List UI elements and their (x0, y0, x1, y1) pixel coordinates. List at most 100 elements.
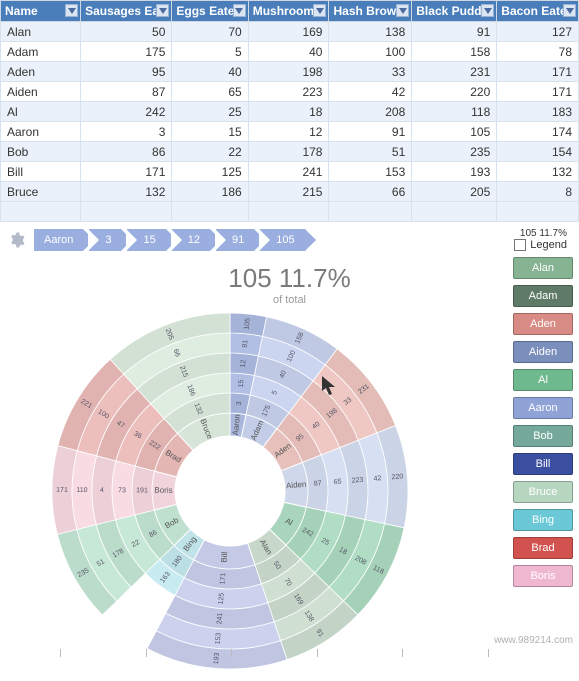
cell-value: 12 (248, 122, 329, 142)
cell-value: 171 (81, 162, 172, 182)
legend-item[interactable]: Bruce (513, 481, 573, 503)
legend-item[interactable]: Adam (513, 285, 573, 307)
legend-item[interactable]: Aaron (513, 397, 573, 419)
cell-name: Aiden (1, 82, 81, 102)
cell-value: 183 (497, 102, 579, 122)
table-row[interactable]: Aaron3151291105174 (1, 122, 579, 142)
sunburst-value-label: 110 (76, 487, 87, 494)
filter-dropdown-icon[interactable] (396, 4, 409, 17)
table-row[interactable]: Adam17554010015878 (1, 42, 579, 62)
cell-value: 242 (81, 102, 172, 122)
cell-value: 231 (412, 62, 497, 82)
breadcrumb-item[interactable]: 12 (172, 229, 210, 251)
table-row[interactable]: Bob862217851235154 (1, 142, 579, 162)
cell-value: 18 (248, 102, 329, 122)
cell-value: 8 (497, 182, 579, 202)
cell-value: 91 (329, 122, 412, 142)
cell-value: 22 (172, 142, 248, 162)
col-header[interactable]: Bacon Eaten (497, 1, 579, 22)
filter-dropdown-icon[interactable] (233, 4, 246, 17)
legend-checkbox[interactable] (514, 239, 526, 251)
cell-value: 127 (497, 22, 579, 42)
sunburst-value-label: 105 (244, 318, 252, 330)
cell-value: 95 (81, 62, 172, 82)
cell-value: 171 (497, 62, 579, 82)
cell-value: 169 (248, 22, 329, 42)
table-row[interactable]: Bruce132186215662058 (1, 182, 579, 202)
chart-title-big: 105 11.7% (0, 263, 579, 294)
cell-name: . (1, 202, 81, 222)
legend-item[interactable]: Aiden (513, 341, 573, 363)
cell-value: 138 (329, 22, 412, 42)
col-header[interactable]: Black Puddin (412, 1, 497, 22)
cell-value: 33 (329, 62, 412, 82)
breadcrumb-item[interactable]: 15 (127, 229, 165, 251)
col-label: Mushrooms (253, 4, 321, 18)
gear-icon[interactable] (6, 230, 26, 250)
cell-value: 175 (81, 42, 172, 62)
sunburst-name-label: Boris (154, 486, 172, 495)
filter-dropdown-icon[interactable] (481, 4, 494, 17)
col-header[interactable]: Eggs Eaten (172, 1, 248, 22)
table-row[interactable]: Bill171125241153193132 (1, 162, 579, 182)
sunburst-value-label: 87 (314, 480, 322, 488)
table-row[interactable]: Alan507016913891127 (1, 22, 579, 42)
cell-value: 70 (172, 22, 248, 42)
sunburst-value-label: 223 (351, 477, 363, 485)
filter-dropdown-icon[interactable] (563, 4, 576, 17)
legend-item[interactable]: Aden (513, 313, 573, 335)
breadcrumb-item[interactable]: 105 (260, 229, 304, 251)
cell-value: 50 (81, 22, 172, 42)
filter-dropdown-icon[interactable] (313, 4, 326, 17)
cell-value: 241 (248, 162, 329, 182)
cell-value: 132 (81, 182, 172, 202)
table-row[interactable]: Aiden876522342220171 (1, 82, 579, 102)
breadcrumb-item[interactable]: 3 (89, 229, 121, 251)
legend-item[interactable]: Boris (513, 565, 573, 587)
legend-item[interactable]: Bill (513, 453, 573, 475)
filter-dropdown-icon[interactable] (65, 4, 78, 17)
col-header[interactable]: Hash Brown (329, 1, 412, 22)
sunburst-value-label: 241 (216, 612, 224, 624)
cell-value: 100 (329, 42, 412, 62)
col-label: Sausages Eat (85, 4, 163, 18)
legend-item[interactable]: Alan (513, 257, 573, 279)
breadcrumb-item[interactable]: 91 (216, 229, 254, 251)
col-label: Hash Brown (333, 4, 403, 18)
cell-name: Adam (1, 42, 81, 62)
cell-value: 205 (412, 182, 497, 202)
cell-value: 158 (412, 42, 497, 62)
cell-name: Bruce (1, 182, 81, 202)
sunburst-chart[interactable]: Aaron3151291105Adam175540100158Aden95401… (40, 301, 420, 681)
cell-value: 198 (248, 62, 329, 82)
cell-value: 193 (412, 162, 497, 182)
sunburst-value-label: 12 (240, 359, 248, 368)
legend-item[interactable]: Al (513, 369, 573, 391)
sunburst-name-label: Bill (219, 551, 229, 563)
cell-value: 15 (172, 122, 248, 142)
legend-item[interactable]: Bob (513, 425, 573, 447)
legend-item[interactable]: Bing (513, 509, 573, 531)
table-row[interactable]: Al2422518208118183 (1, 102, 579, 122)
legend-toggle[interactable]: 105 11.7% Legend (514, 228, 567, 251)
filter-dropdown-icon[interactable] (156, 4, 169, 17)
sunburst-value-label: 125 (218, 592, 226, 604)
cell-name: Bob (1, 142, 81, 162)
sunburst-value-label: 171 (219, 573, 227, 585)
legend-item[interactable]: Brad (513, 537, 573, 559)
legend-label: Legend (530, 239, 567, 251)
table-row[interactable]: . (1, 202, 579, 222)
cell-value: 171 (497, 82, 579, 102)
col-header[interactable]: Name (1, 1, 81, 22)
cell-name: Al (1, 102, 81, 122)
cell-value: 87 (81, 82, 172, 102)
col-header[interactable]: Sausages Eat (81, 1, 172, 22)
cell-value: 132 (497, 162, 579, 182)
sunburst-name-label: Aiden (286, 480, 307, 491)
breadcrumb-item[interactable]: Aaron (34, 229, 83, 251)
sunburst-value-label: 191 (136, 487, 148, 494)
table-row[interactable]: Aden954019833231171 (1, 62, 579, 82)
cursor-icon (322, 376, 338, 399)
col-header[interactable]: Mushrooms (248, 1, 329, 22)
cell-value: 125 (172, 162, 248, 182)
